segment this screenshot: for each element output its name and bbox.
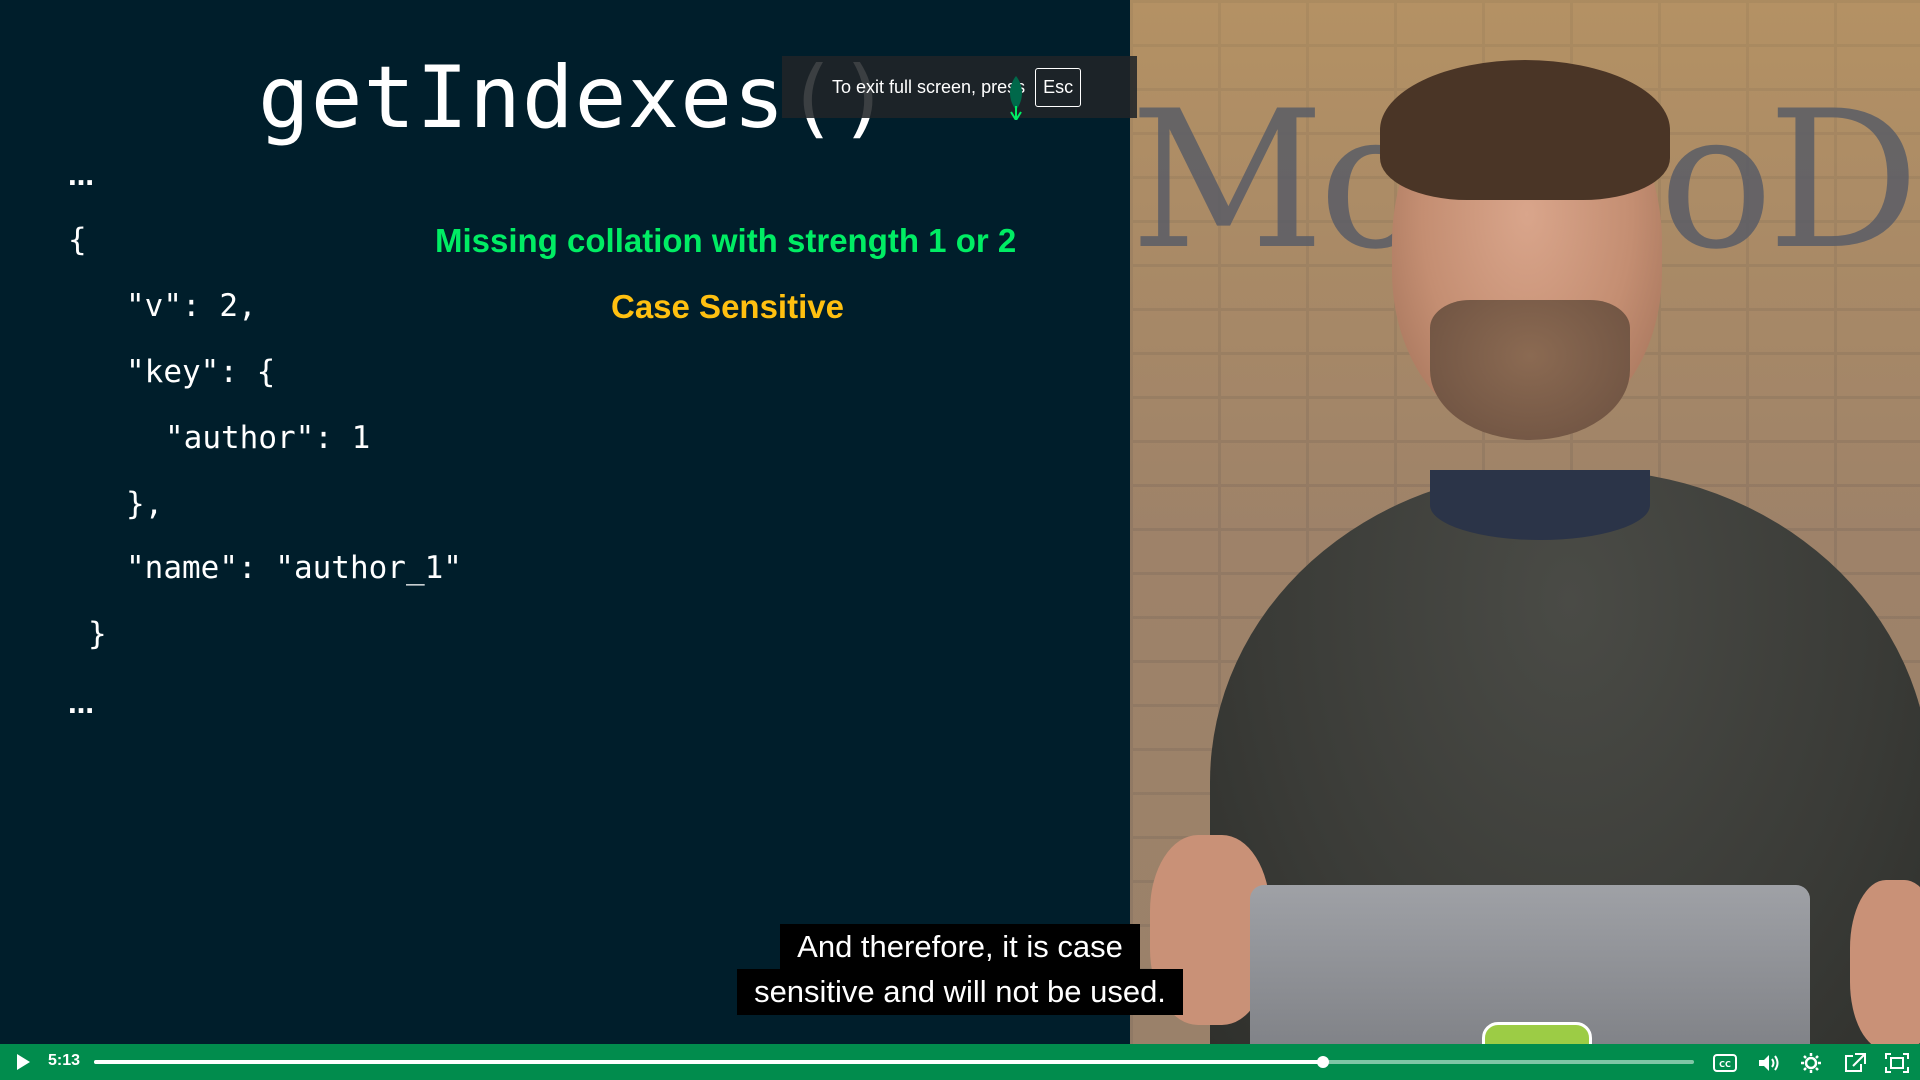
player-control-bar: 5:13 CC (0, 1044, 1920, 1080)
mongodb-leaf-icon (1010, 76, 1022, 120)
code-line: { (68, 222, 87, 258)
subtitle-line: And therefore, it is case (0, 924, 1920, 970)
code-line: } (88, 616, 107, 652)
subtitle-text: And therefore, it is case (780, 924, 1140, 970)
settings-gear-icon[interactable] (1798, 1052, 1824, 1074)
annotation-case-sensitive: Case Sensitive (611, 288, 844, 325)
subtitle-line: sensitive and will not be used. (0, 969, 1920, 1015)
code-line: "name": "author_1" (126, 550, 462, 586)
fullscreen-notice-text: To exit full screen, press (832, 76, 1026, 97)
exit-fullscreen-icon[interactable] (1884, 1052, 1910, 1074)
code-line: }, (126, 486, 164, 522)
play-icon[interactable] (14, 1053, 32, 1071)
code-ellipsis-top: … (68, 162, 94, 192)
svg-text:CC: CC (1719, 1060, 1731, 1069)
seek-bar-handle[interactable] (1316, 1056, 1329, 1068)
volume-icon[interactable] (1756, 1052, 1782, 1074)
video-stage[interactable]: getIndexes() … { "v": 2, "key": { "autho… (0, 0, 1920, 1044)
closed-captions-icon[interactable]: CC (1712, 1052, 1738, 1074)
code-line: "v": 2, (126, 288, 257, 324)
annotation-missing-collation: Missing collation with strength 1 or 2 (435, 222, 1017, 259)
subtitle-text: sensitive and will not be used. (737, 969, 1183, 1015)
code-line: "key": { (126, 354, 276, 390)
presenter-video: MongoD (1130, 0, 1920, 1044)
current-time: 5:13 (48, 1052, 81, 1069)
popout-icon[interactable] (1842, 1052, 1868, 1074)
fullscreen-exit-notice: To exit full screen, press Esc (782, 56, 1137, 118)
code-ellipsis-bottom: … (68, 690, 94, 720)
seek-bar[interactable] (94, 1056, 1694, 1068)
slide-panel: getIndexes() … { "v": 2, "key": { "autho… (0, 0, 1130, 1044)
code-line: "author": 1 (165, 420, 371, 456)
laptop-sticker (1482, 1022, 1592, 1044)
esc-key-badge: Esc (1035, 67, 1082, 107)
seek-bar-progress (94, 1060, 1323, 1064)
